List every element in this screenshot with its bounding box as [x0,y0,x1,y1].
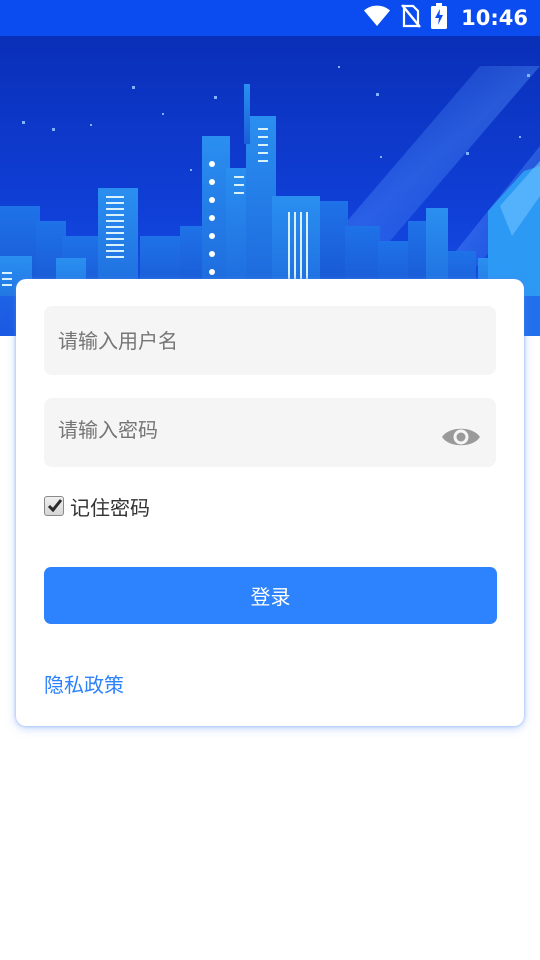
remember-password-row[interactable]: 记住密码 [44,491,150,521]
login-card: 记住密码 登录 隐私政策 [16,279,524,726]
login-button[interactable]: 登录 [44,567,497,624]
check-icon [47,499,63,513]
privacy-policy-link[interactable]: 隐私政策 [44,669,124,698]
password-field [44,398,496,467]
no-sim-icon [401,4,422,32]
wifi-icon [363,5,391,31]
status-bar: 10:46 [0,0,540,36]
username-input[interactable] [44,306,496,375]
battery-charging-icon [431,3,448,33]
eye-icon[interactable] [440,424,482,450]
remember-password-checkbox[interactable] [44,496,64,516]
remember-password-label: 记住密码 [70,495,150,520]
status-time: 10:46 [461,6,528,30]
status-icons: 10:46 [363,0,528,36]
username-field [44,306,496,375]
password-input[interactable] [44,398,496,467]
